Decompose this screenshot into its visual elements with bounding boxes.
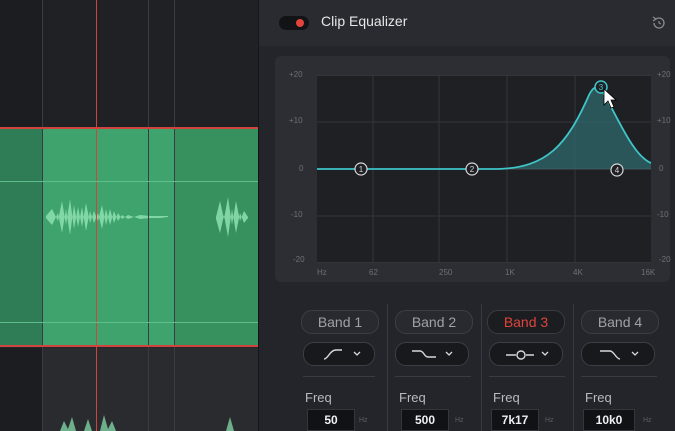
band-2-unit: Hz xyxy=(455,417,464,424)
band-4-shape-select[interactable] xyxy=(581,342,655,366)
band-1-freq-input[interactable]: 50 xyxy=(307,409,355,431)
panel-header: Clip Equalizer xyxy=(259,0,675,46)
y-tick-right: -20 xyxy=(659,255,671,264)
y-tick-left: +10 xyxy=(289,116,303,125)
grid-line xyxy=(148,0,149,431)
chevron-down-icon xyxy=(541,351,549,356)
band-1-shape-select[interactable] xyxy=(303,342,375,366)
band-4-button[interactable]: Band 4 xyxy=(581,310,659,334)
waveform-lower xyxy=(60,415,234,431)
band-3-freq-input[interactable]: 7k17 xyxy=(491,409,539,431)
clip-guide-line xyxy=(0,181,258,182)
band-2-freq-label: Freq xyxy=(399,390,426,405)
clip-guide-line xyxy=(0,322,258,323)
band-3-button[interactable]: Band 3 xyxy=(487,310,565,334)
band-3-rule xyxy=(489,376,565,377)
x-tick: 62 xyxy=(369,268,378,277)
band-1-freq-label: Freq xyxy=(305,390,332,405)
band-1-button[interactable]: Band 1 xyxy=(301,310,379,334)
band-2-button[interactable]: Band 2 xyxy=(395,310,473,334)
x-tick: 16K xyxy=(641,268,656,277)
eq-node[interactable]: 1 xyxy=(354,162,368,176)
band-2-rule xyxy=(395,376,471,377)
node-label: 3 xyxy=(599,83,604,92)
low-shelf-icon xyxy=(412,350,436,358)
reset-icon[interactable] xyxy=(650,14,668,32)
enable-toggle[interactable] xyxy=(279,16,309,30)
band-4-freq-input[interactable]: 10k0 xyxy=(583,409,635,431)
y-tick-left: +20 xyxy=(289,70,303,79)
high-pass-icon xyxy=(323,349,342,360)
grid-line xyxy=(42,0,43,431)
toggle-indicator xyxy=(296,19,304,27)
y-tick-left: 0 xyxy=(299,164,304,173)
x-tick: 250 xyxy=(439,268,453,277)
band-divider xyxy=(573,304,574,431)
band-4-unit: Hz xyxy=(643,417,652,424)
band-1-rule xyxy=(303,376,375,377)
grid-line xyxy=(174,0,175,431)
chevron-down-icon xyxy=(631,351,639,356)
eq-node[interactable]: 2 xyxy=(465,162,479,176)
band-divider xyxy=(481,304,482,431)
clip-bottom-border xyxy=(0,345,258,347)
y-tick-left: -10 xyxy=(291,210,303,219)
y-tick-right: -10 xyxy=(657,210,669,219)
low-pass-icon xyxy=(600,350,621,360)
clip-equalizer-panel: Clip Equalizer +20 +10 0 -10 -20 +20 +10… xyxy=(258,0,675,431)
band-2-shape-select[interactable] xyxy=(395,342,469,366)
band-4-rule xyxy=(581,376,657,377)
y-tick-left: -20 xyxy=(293,255,305,264)
timeline-area[interactable] xyxy=(0,0,258,431)
panel-title: Clip Equalizer xyxy=(321,13,408,29)
waveform xyxy=(46,197,248,237)
band-3-unit: Hz xyxy=(545,417,554,424)
chevron-down-icon xyxy=(445,351,453,356)
y-tick-right: +20 xyxy=(657,70,671,79)
band-1-unit: Hz xyxy=(359,417,368,424)
bell-icon xyxy=(516,350,526,360)
band-3-shape-select[interactable] xyxy=(489,342,563,366)
playhead[interactable] xyxy=(96,0,97,431)
node-label: 2 xyxy=(470,165,475,174)
eq-node[interactable]: 4 xyxy=(610,163,624,177)
band-2-freq-input[interactable]: 500 xyxy=(401,409,449,431)
clip-top-border xyxy=(0,127,258,129)
band-4-freq-label: Freq xyxy=(585,390,612,405)
node-label: 1 xyxy=(359,165,364,174)
chevron-down-icon xyxy=(353,351,361,356)
band-3-freq-label: Freq xyxy=(493,390,520,405)
eq-curve-graph[interactable]: 1 2 3 4 xyxy=(317,75,651,263)
y-tick-right: 0 xyxy=(659,164,664,173)
node-label: 4 xyxy=(615,166,620,175)
x-tick: Hz xyxy=(317,268,327,277)
x-tick: 1K xyxy=(505,268,515,277)
y-tick-right: +10 xyxy=(657,116,671,125)
x-tick: 4K xyxy=(573,268,583,277)
band-divider xyxy=(387,304,388,431)
track-upper-shade xyxy=(0,0,42,127)
